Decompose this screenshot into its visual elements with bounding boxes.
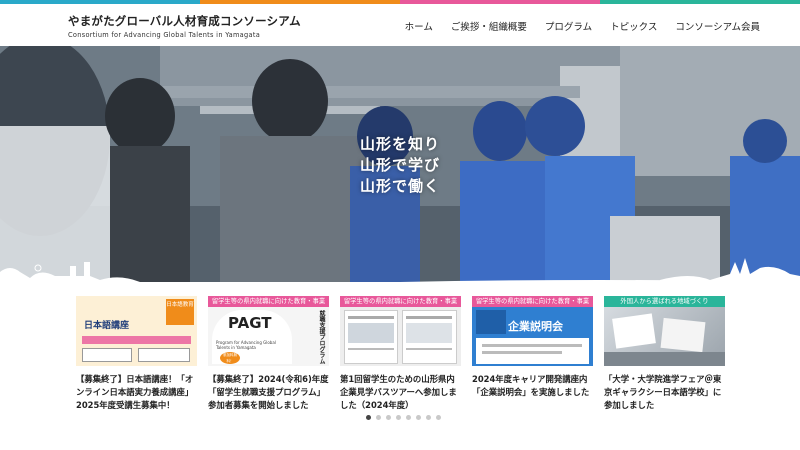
thumb-badge: 日本語教育 (166, 299, 194, 325)
hero-line-1: 山形を知り (360, 135, 441, 153)
topic-title[interactable]: 【募集終了】2024(令和6)年度「留学生就職支援プログラム」参加者募集を開始し… (208, 373, 329, 412)
site-header: やまがたグローバル人材育成コンソーシアム Consortium for Adva… (0, 4, 800, 46)
hero-banner: 山形を知り 山形で学び 山形で働く (0, 46, 800, 288)
topic-title[interactable]: 第1回留学生のための山形県内企業見学バスツアーへ参加しました（2024年度） (340, 373, 461, 412)
skyline-decoration (0, 258, 800, 288)
thumb-badge: 就職支援プログラム (318, 310, 325, 364)
topic-thumbnail: 外国人から選ばれる地域づくり (604, 296, 725, 366)
carousel-dot[interactable] (386, 415, 391, 420)
carousel-dot[interactable] (416, 415, 421, 420)
topic-category-tag: 留学生等の県内就職に向けた教育・事業 (340, 296, 461, 307)
hero-line-3: 山形で働く (360, 177, 441, 195)
hero-slogan: 山形を知り 山形で学び 山形で働く (360, 134, 440, 197)
carousel-dot[interactable] (376, 415, 381, 420)
carousel-dot[interactable] (396, 415, 401, 420)
hero-line-2: 山形で学び (360, 156, 441, 174)
topic-card[interactable]: 日本語教育 日本語講座 【募集終了】日本語講座！「オンライン日本語実力養成講座」… (76, 296, 197, 414)
thumb-title: 日本語講座 (84, 321, 130, 331)
nav-program[interactable]: プログラム (545, 19, 592, 33)
main-nav: ホーム ご挨拶・組織概要 プログラム トピックス コンソーシアム会員 (405, 19, 760, 33)
thumb-subtitle: Program for Advancing Global Talents in … (216, 340, 276, 350)
topic-category-tag: 留学生等の県内就職に向けた教育・事業 (208, 296, 329, 307)
thumb-free-badge: 参加料無料！ (220, 352, 240, 364)
topic-thumbnail: 留学生等の県内就職に向けた教育・事業 (340, 296, 461, 366)
logo-english: Consortium for Advancing Global Talents … (68, 31, 261, 39)
topic-thumbnail: 留学生等の県内就職に向けた教育・事業 企業説明会 (472, 296, 593, 366)
topic-thumbnail: 留学生等の県内就職に向けた教育・事業 PAGT Program for Adva… (208, 296, 329, 366)
topic-card[interactable]: 留学生等の県内就職に向けた教育・事業 第1回留学生のための山形県内企業見学バスツ… (340, 296, 461, 414)
thumb-title: 企業説明会 (508, 320, 563, 333)
topic-card[interactable]: 留学生等の県内就職に向けた教育・事業 企業説明会 2024年度キャリア開発講座内… (472, 296, 593, 414)
topic-title[interactable]: 「大学・大学院進学フェア＠東京ギャラクシー日本語学校」に参加しました (604, 373, 725, 412)
nav-greeting-organization[interactable]: ご挨拶・組織概要 (451, 19, 527, 33)
carousel-dot[interactable] (426, 415, 431, 420)
topics-carousel: 日本語教育 日本語講座 【募集終了】日本語講座！「オンライン日本語実力養成講座」… (76, 296, 726, 414)
topic-category-tag: 外国人から選ばれる地域づくり (604, 296, 725, 307)
carousel-dot[interactable] (366, 415, 371, 420)
carousel-dot[interactable] (406, 415, 411, 420)
nav-topics[interactable]: トピックス (610, 19, 657, 33)
topic-title[interactable]: 【募集終了】日本語講座！「オンライン日本語実力養成講座」2025年度受講生募集中… (76, 373, 197, 412)
logo-japanese: やまがたグローバル人材育成コンソーシアム (68, 14, 301, 28)
topic-thumbnail: 日本語教育 日本語講座 (76, 296, 197, 366)
topic-category-tag: 留学生等の県内就職に向けた教育・事業 (472, 296, 593, 307)
carousel-dot[interactable] (436, 415, 441, 420)
nav-home[interactable]: ホーム (405, 19, 433, 33)
topic-title[interactable]: 2024年度キャリア開発講座内「企業説明会」を実施しました (472, 373, 593, 399)
topic-card[interactable]: 外国人から選ばれる地域づくり 「大学・大学院進学フェア＠東京ギャラクシー日本語学… (604, 296, 725, 414)
carousel-pagination (366, 415, 441, 420)
site-logo[interactable]: やまがたグローバル人材育成コンソーシアム Consortium for Adva… (68, 13, 301, 39)
topic-card[interactable]: 留学生等の県内就職に向けた教育・事業 PAGT Program for Adva… (208, 296, 329, 414)
nav-members[interactable]: コンソーシアム会員 (675, 19, 760, 33)
thumb-title: PAGT (228, 314, 272, 332)
